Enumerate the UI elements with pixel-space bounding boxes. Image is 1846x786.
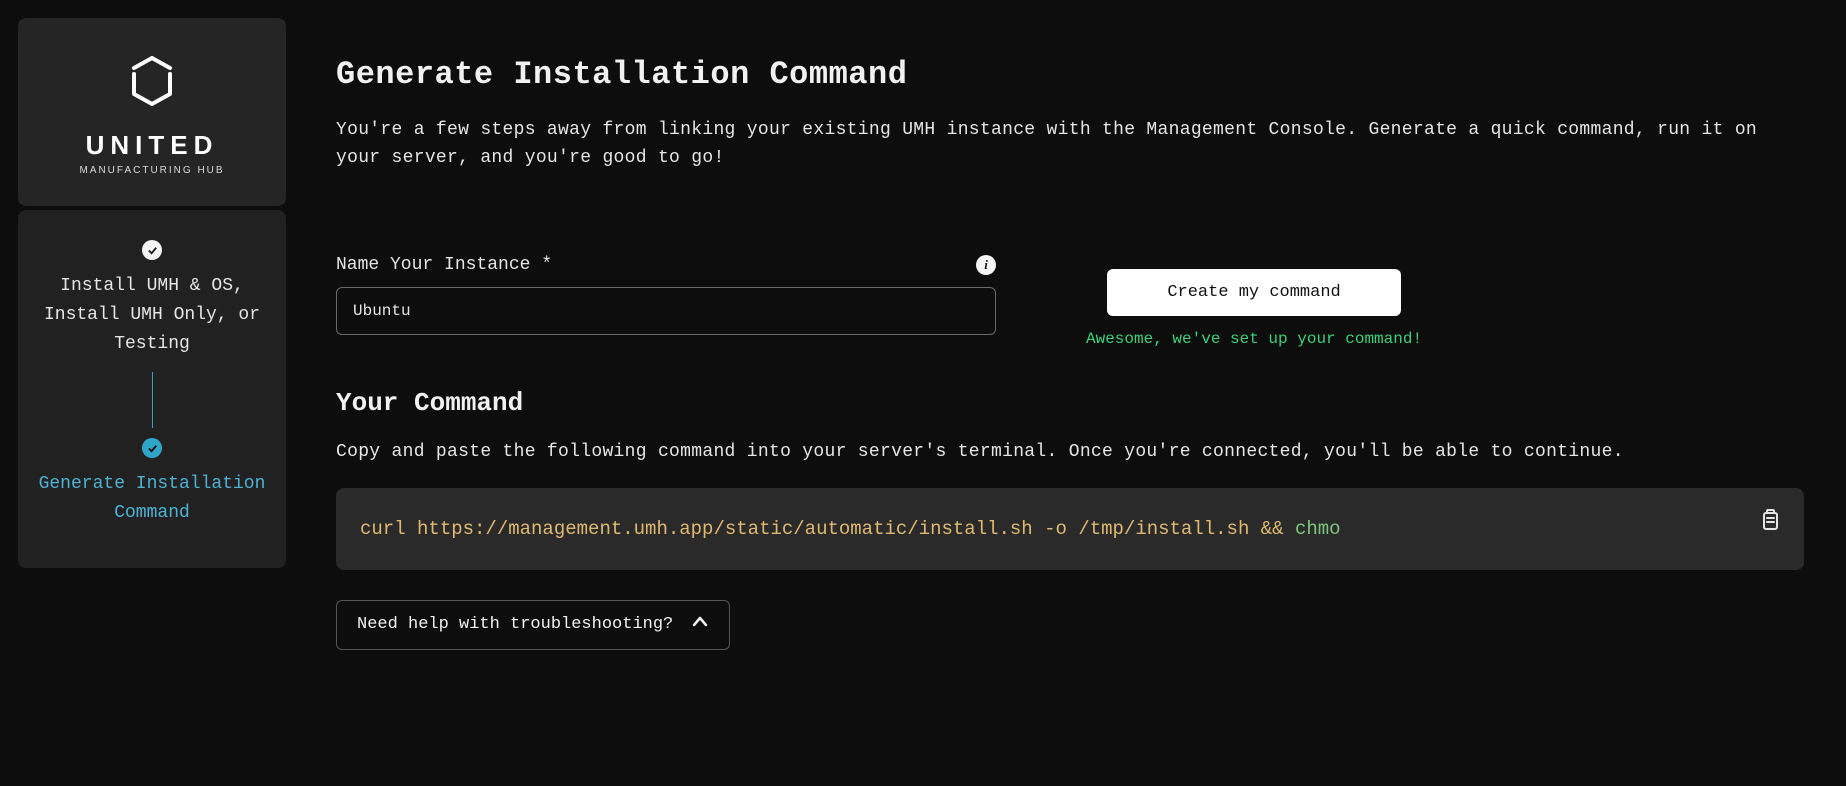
main-content: Generate Installation Command You're a f…: [286, 0, 1846, 786]
logo-hexagon-icon: [130, 56, 174, 108]
step-label-install[interactable]: Install UMH & OS, Install UMH Only, or T…: [28, 272, 276, 358]
troubleshooting-label: Need help with troubleshooting?: [357, 615, 673, 634]
command-section-description: Copy and paste the following command int…: [336, 442, 1804, 462]
command-extra: chmo: [1295, 518, 1341, 540]
command-section-title: Your Command: [336, 388, 1804, 418]
step-connector: [152, 372, 153, 428]
command-text[interactable]: curl https://management.umh.app/static/a…: [360, 518, 1734, 540]
check-circle-icon: [142, 240, 162, 260]
step-label-generate[interactable]: Generate Installation Command: [28, 470, 276, 528]
chevron-up-icon: [691, 613, 709, 637]
success-message: Awesome, we've set up your command!: [1086, 330, 1422, 348]
steps-panel: Install UMH & OS, Install UMH Only, or T…: [18, 210, 286, 568]
logo-panel: UNITED MANUFACTURING HUB: [18, 18, 286, 206]
page-title: Generate Installation Command: [336, 56, 1804, 93]
action-block: Create my command Awesome, we've set up …: [1086, 255, 1422, 348]
instance-label: Name Your Instance *: [336, 255, 552, 275]
sidebar: UNITED MANUFACTURING HUB Install UMH & O…: [18, 18, 286, 786]
command-box: curl https://management.umh.app/static/a…: [336, 488, 1804, 570]
instance-field-block: Name Your Instance * i: [336, 255, 996, 335]
info-icon[interactable]: i: [976, 255, 996, 275]
page-intro: You're a few steps away from linking you…: [336, 117, 1804, 173]
instance-name-input[interactable]: [336, 287, 996, 335]
create-command-button[interactable]: Create my command: [1107, 269, 1400, 316]
form-row: Name Your Instance * i Create my command…: [336, 255, 1804, 348]
troubleshooting-toggle[interactable]: Need help with troubleshooting?: [336, 600, 730, 650]
logo-subtitle: MANUFACTURING HUB: [79, 165, 224, 176]
command-main: curl https://management.umh.app/static/a…: [360, 518, 1295, 540]
copy-clipboard-icon[interactable]: [1756, 508, 1784, 536]
check-circle-icon: [142, 438, 162, 458]
logo-title: UNITED: [86, 130, 219, 161]
